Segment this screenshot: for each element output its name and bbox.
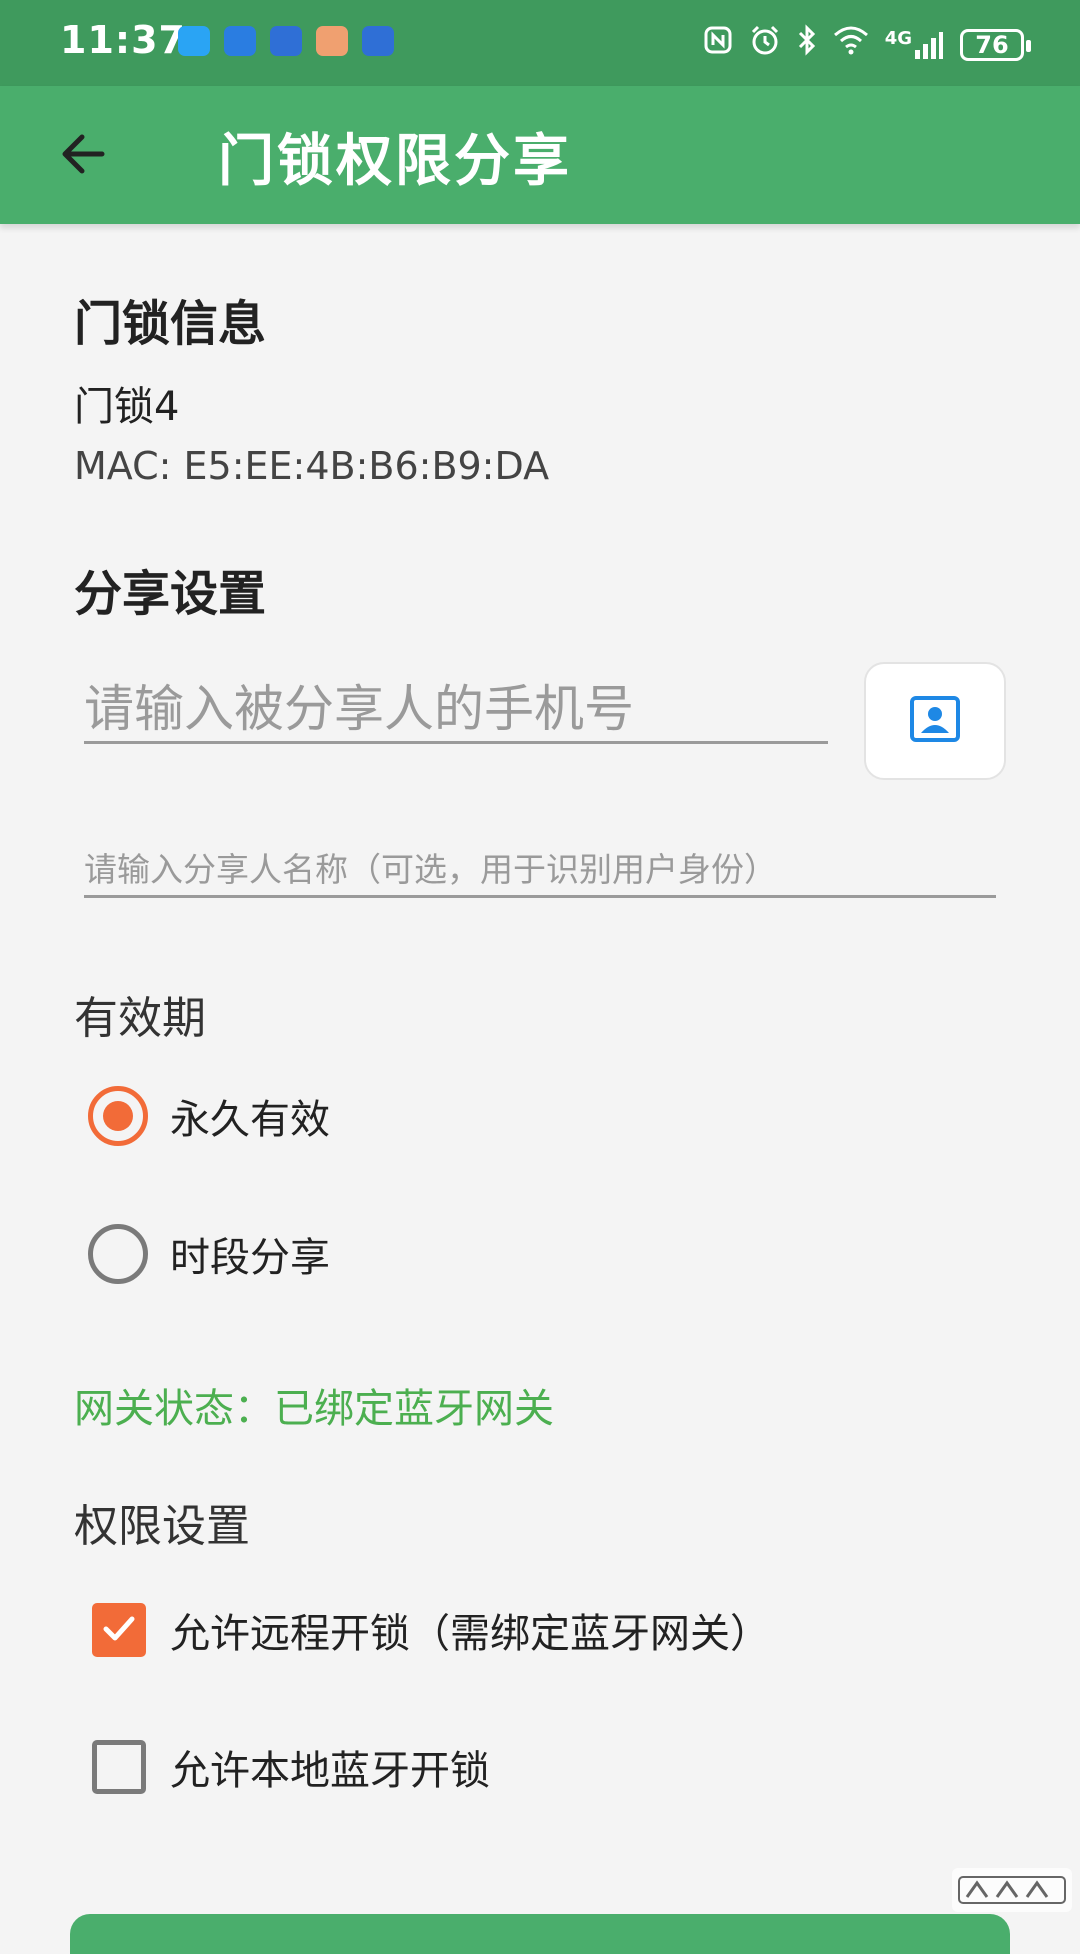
system-icons: 4G 76 [703,24,1031,65]
checkbox-remote-unlock[interactable]: 允许远程开锁（需绑定蓝牙网关） [92,1601,770,1659]
lock-mac-address: MAC: E5:EE:4B:B6:B9:DA [74,444,550,488]
signal-icon: 4G [884,27,944,60]
chat-icon [316,26,348,56]
radio-permanent[interactable]: 永久有效 [88,1086,330,1146]
sharer-name-input[interactable] [84,844,996,898]
back-arrow-icon[interactable] [56,126,112,182]
checkbox-unchecked[interactable] [92,1740,146,1794]
page-title: 门锁权限分享 [218,129,572,194]
permission-settings-label: 权限设置 [74,1501,250,1552]
check-icon [99,1608,139,1652]
checkbox-local-bluetooth[interactable]: 允许本地蓝牙开锁 [92,1738,490,1796]
app-notify-icon [362,26,394,56]
lock-info-title: 门锁信息 [74,296,267,352]
validity-label: 有效期 [74,993,206,1044]
watermark-logo [952,1868,1072,1912]
main-content: 门锁信息 门锁4 MAC: E5:EE:4B:B6:B9:DA 分享设置 有效期… [0,224,1080,1954]
contact-icon [909,695,961,747]
radio-button-unchecked[interactable] [88,1224,148,1284]
share-settings-title: 分享设置 [74,566,267,622]
checkbox-checked[interactable] [92,1603,146,1657]
radio-button-checked[interactable] [88,1086,148,1146]
status-time: 11:37 [60,18,186,62]
network-type: 4G [884,27,912,49]
battery-indicator: 76 [960,28,1031,61]
lock-name: 门锁4 [74,384,180,430]
bluetooth-icon [797,24,817,65]
checkbox-label: 允许本地蓝牙开锁 [170,1748,490,1794]
checkbox-label: 允许远程开锁（需绑定蓝牙网关） [170,1611,770,1657]
radio-label: 永久有效 [170,1097,330,1143]
app-notify-icon [270,26,302,56]
wifi-icon [833,25,869,64]
app-bar: 门锁权限分享 [0,86,1080,224]
nfc-icon [703,25,733,64]
app-notify-icon [224,26,256,56]
gateway-status: 网关状态：已绑定蓝牙网关 [74,1386,554,1432]
submit-button[interactable] [70,1914,1010,1954]
message-icon [178,26,210,56]
status-bar: 11:37 4G 76 [0,0,1080,86]
notification-icons [178,26,394,56]
radio-label: 时段分享 [170,1235,330,1281]
radio-time-period[interactable]: 时段分享 [88,1224,330,1284]
phone-input[interactable] [84,680,828,744]
contact-picker-button[interactable] [864,662,1006,780]
alarm-icon [749,24,781,65]
